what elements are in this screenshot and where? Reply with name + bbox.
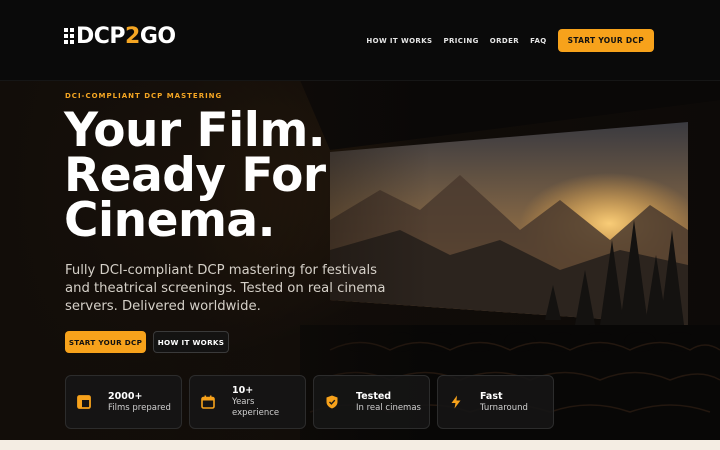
hero-eyebrow: DCI-COMPLIANT DCP MASTERING xyxy=(65,92,223,100)
nav-faq[interactable]: FAQ xyxy=(530,37,547,45)
stat-label: Years experience xyxy=(232,397,280,418)
lightning-icon xyxy=(448,394,464,410)
nav-order[interactable]: ORDER xyxy=(490,37,519,45)
stat-card-tested: Tested In real cinemas xyxy=(313,375,430,429)
stat-value: Fast xyxy=(480,390,503,402)
site-header: DCP2GO HOW IT WORKS PRICING ORDER FAQ ST… xyxy=(0,0,720,81)
logo-pixel-icon xyxy=(64,28,74,44)
logo-text-go: GO xyxy=(139,23,176,49)
brand-logo[interactable]: DCP2GO xyxy=(64,22,176,50)
main-nav: HOW IT WORKS PRICING ORDER FAQ START YOU… xyxy=(366,29,654,52)
how-it-works-button[interactable]: HOW IT WORKS xyxy=(153,331,229,353)
nav-how-it-works[interactable]: HOW IT WORKS xyxy=(366,37,432,45)
stat-card-fast: Fast Turnaround xyxy=(437,375,554,429)
calendar-icon xyxy=(200,394,216,410)
stat-value: 2000+ xyxy=(108,390,143,402)
header-start-dcp-button[interactable]: START YOUR DCP xyxy=(557,29,654,52)
layout-icon xyxy=(76,394,92,410)
hero-subtitle: Fully DCI-compliant DCP mastering for fe… xyxy=(65,263,386,314)
next-section-edge xyxy=(0,440,720,450)
shield-check-icon xyxy=(324,394,340,410)
stat-value: Tested xyxy=(356,390,392,402)
stat-label: Films prepared xyxy=(108,402,171,413)
start-dcp-button[interactable]: START YOUR DCP xyxy=(65,331,146,353)
nav-pricing[interactable]: PRICING xyxy=(443,37,478,45)
stats-row: 2000+ Films prepared 10+ Years experienc… xyxy=(65,375,554,429)
stat-card-films: 2000+ Films prepared xyxy=(65,375,182,429)
stat-value: 10+ xyxy=(232,385,254,396)
hero-headline: Your Film. Ready For Cinema. xyxy=(64,103,384,248)
stat-card-years: 10+ Years experience xyxy=(189,375,306,429)
headline-line-3: Cinema. xyxy=(64,193,275,248)
headline-line-1: Your Film. xyxy=(64,103,326,158)
stat-label: Turnaround xyxy=(480,402,528,413)
logo-wordmark: DCP2GO xyxy=(76,24,176,49)
stat-label: In real cinemas xyxy=(356,402,421,413)
logo-text-dcp: DCP xyxy=(76,23,126,49)
logo-text-2: 2 xyxy=(125,23,140,49)
headline-line-2: Ready For xyxy=(64,148,326,203)
